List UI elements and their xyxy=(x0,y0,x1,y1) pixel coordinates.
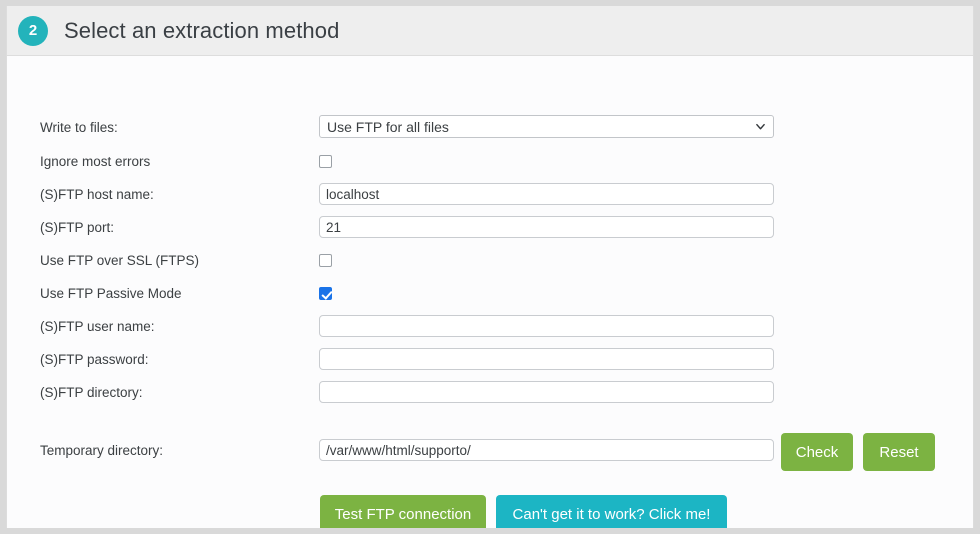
row-action-buttons: Test FTP connection Can't get it to work… xyxy=(7,495,973,528)
check-button[interactable]: Check xyxy=(781,433,853,471)
label-temporary-directory: Temporary directory: xyxy=(40,443,164,458)
ftp-user-name-input[interactable] xyxy=(319,315,774,337)
ftp-password-control xyxy=(319,348,774,370)
ftp-port-control xyxy=(319,216,774,238)
test-ftp-connection-button[interactable]: Test FTP connection xyxy=(320,495,486,528)
ftp-over-ssl-checkbox[interactable] xyxy=(319,254,332,267)
label-ftp-password: (S)FTP password: xyxy=(40,352,149,367)
row-ftp-directory: (S)FTP directory: xyxy=(7,381,973,405)
row-ftp-port: (S)FTP port: xyxy=(7,216,973,240)
label-write-to-files: Write to files: xyxy=(40,120,118,135)
row-ftp-password: (S)FTP password: xyxy=(7,348,973,372)
row-temporary-directory: Temporary directory: Check Reset xyxy=(7,433,973,471)
label-ftp-port: (S)FTP port: xyxy=(40,220,115,235)
label-ftp-passive-mode: Use FTP Passive Mode xyxy=(40,286,182,301)
write-to-files-control: Use FTP for all files xyxy=(319,115,774,138)
row-ftp-passive-mode: Use FTP Passive Mode xyxy=(7,282,973,306)
label-ftp-directory: (S)FTP directory: xyxy=(40,385,143,400)
ftp-directory-control xyxy=(319,381,774,403)
label-ftp-over-ssl: Use FTP over SSL (FTPS) xyxy=(40,253,200,268)
temporary-directory-input[interactable] xyxy=(319,439,774,461)
help-button[interactable]: Can't get it to work? Click me! xyxy=(496,495,727,528)
label-ftp-host-name: (S)FTP host name: xyxy=(40,187,154,202)
row-ftp-user-name: (S)FTP user name: xyxy=(7,315,973,339)
write-to-files-select[interactable]: Use FTP for all files xyxy=(319,115,774,138)
reset-button[interactable]: Reset xyxy=(863,433,935,471)
row-write-to-files: Write to files: Use FTP for all files xyxy=(7,115,973,140)
ftp-host-name-control xyxy=(319,183,774,205)
ftp-passive-mode-checkbox[interactable] xyxy=(319,287,332,300)
extraction-method-panel: 2 Select an extraction method Write to f… xyxy=(6,6,974,528)
ftp-directory-input[interactable] xyxy=(319,381,774,403)
temporary-directory-control xyxy=(319,439,774,461)
ftp-port-input[interactable] xyxy=(319,216,774,238)
step-number-badge: 2 xyxy=(18,15,48,46)
ftp-passive-mode-control xyxy=(319,287,332,300)
ignore-most-errors-checkbox[interactable] xyxy=(319,155,332,168)
ftp-over-ssl-control xyxy=(319,254,332,267)
panel-body: Write to files: Use FTP for all files Ig… xyxy=(7,56,973,528)
label-ignore-most-errors: Ignore most errors xyxy=(40,154,151,169)
row-ignore-most-errors: Ignore most errors xyxy=(7,150,973,174)
row-ftp-over-ssl: Use FTP over SSL (FTPS) xyxy=(7,249,973,273)
ftp-password-input[interactable] xyxy=(319,348,774,370)
row-ftp-host-name: (S)FTP host name: xyxy=(7,183,973,207)
panel-header: 2 Select an extraction method xyxy=(7,6,973,56)
ftp-host-name-input[interactable] xyxy=(319,183,774,205)
label-ftp-user-name: (S)FTP user name: xyxy=(40,319,155,334)
ignore-most-errors-control xyxy=(319,155,332,168)
page-title: Select an extraction method xyxy=(64,17,340,43)
ftp-user-name-control xyxy=(319,315,774,337)
